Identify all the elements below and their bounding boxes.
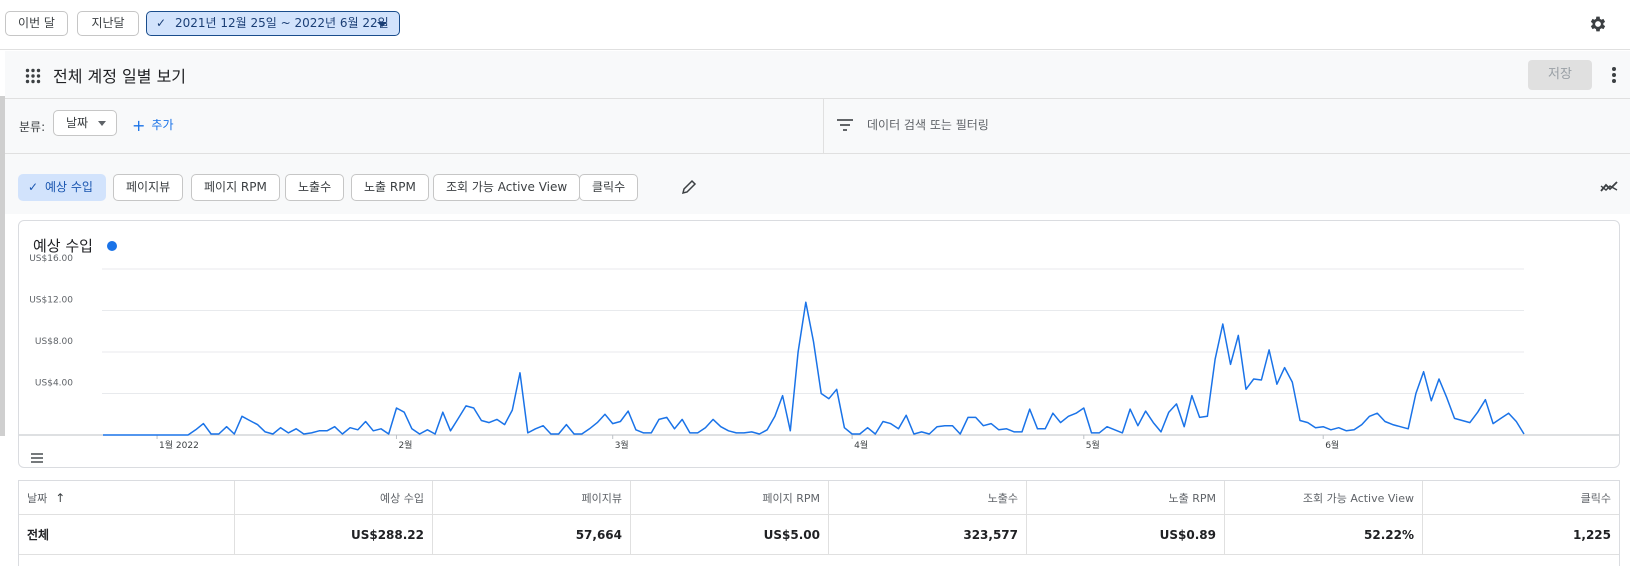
line-chart: US$4.00 US$8.00 US$12.00 US$16.00 1월 2022 2월 3… bbox=[19, 254, 1619, 451]
x-tick-label: 4월 bbox=[854, 439, 868, 451]
adsense-report-app: 이번 달 지난달 ✓ 2021년 12월 25일 ~ 2022년 6월 22일 … bbox=[0, 0, 1630, 566]
column-header-pageviews[interactable]: 페이지뷰 bbox=[432, 481, 630, 514]
page-title: 전체 계정 일별 보기 bbox=[53, 67, 187, 86]
add-breakdown-button[interactable]: + 추가 bbox=[132, 116, 174, 135]
y-tick-label: US$12.00 bbox=[29, 296, 73, 306]
last-month-chip[interactable]: 지난달 bbox=[77, 11, 139, 36]
x-tick-label: 5월 bbox=[1086, 439, 1100, 451]
trending-icon[interactable] bbox=[1600, 180, 1618, 194]
total-clicks: 1,225 bbox=[1422, 515, 1619, 554]
date-range-bar: 이번 달 지난달 ✓ 2021년 12월 25일 ~ 2022년 6월 22일 bbox=[0, 0, 1630, 50]
menu-icon[interactable] bbox=[31, 453, 43, 463]
caret-down-icon bbox=[98, 121, 106, 126]
table-row: 전체 US$288.22 57,664 US$5.00 323,577 US$0… bbox=[19, 515, 1619, 555]
total-estimated-earnings: US$288.22 bbox=[234, 515, 432, 554]
breakdown-dropdown[interactable]: 날짜 bbox=[53, 110, 117, 136]
gear-icon[interactable] bbox=[1588, 14, 1608, 34]
caret-down-icon bbox=[377, 22, 387, 27]
date-range-label: 2021년 12월 25일 ~ 2022년 6월 22일 bbox=[175, 16, 389, 30]
pencil-icon[interactable] bbox=[681, 179, 697, 195]
save-button[interactable]: 저장 bbox=[1528, 60, 1592, 90]
metric-chip-impressions[interactable]: 노출수 bbox=[285, 174, 345, 201]
metric-chip-pageviews[interactable]: 페이지뷰 bbox=[113, 174, 184, 201]
plus-icon: + bbox=[132, 116, 146, 135]
series-line-estimated-earnings[interactable] bbox=[103, 301, 1525, 436]
column-header-date[interactable]: 날짜 ↑ bbox=[19, 481, 234, 514]
column-header-page-rpm[interactable]: 페이지 RPM bbox=[630, 481, 828, 514]
sort-arrow-up-icon: ↑ bbox=[55, 490, 66, 505]
x-tick-label: 1월 2022 bbox=[159, 439, 199, 451]
x-tick-label: 6월 bbox=[1325, 439, 1339, 451]
x-tick-label: 3월 bbox=[615, 439, 629, 451]
total-impression-rpm: US$0.89 bbox=[1026, 515, 1224, 554]
column-header-impression-rpm[interactable]: 노출 RPM bbox=[1026, 481, 1224, 514]
y-tick-label: US$16.00 bbox=[29, 254, 73, 264]
total-row-label: 전체 bbox=[27, 528, 50, 542]
metric-chip-active-view[interactable]: 조회 가능 Active View bbox=[433, 174, 581, 201]
report-header: 전체 계정 일별 보기 저장 bbox=[5, 51, 1630, 99]
total-impressions: 323,577 bbox=[828, 515, 1026, 554]
metric-chip-page-rpm[interactable]: 페이지 RPM bbox=[191, 174, 280, 201]
metric-label: 예상 수입 bbox=[45, 180, 93, 194]
metric-chips-row: ✓ 예상 수입 페이지뷰 페이지 RPM 노출수 노출 RPM 조회 가능 Act… bbox=[5, 154, 1630, 214]
total-pageviews: 57,664 bbox=[432, 515, 630, 554]
table-header-row: 날짜 ↑ 예상 수입 페이지뷰 페이지 RPM 노출수 노출 RPM 조회 가능… bbox=[19, 481, 1619, 515]
this-month-chip[interactable]: 이번 달 bbox=[5, 11, 68, 36]
filter-icon bbox=[837, 119, 853, 131]
metric-chip-clicks[interactable]: 클릭수 bbox=[579, 174, 639, 201]
filter-row: 분류: 날짜 + 추가 데이터 검색 또는 필터링 bbox=[5, 99, 1630, 154]
date-range-dropdown[interactable]: ✓ 2021년 12월 25일 ~ 2022년 6월 22일 bbox=[146, 11, 400, 36]
chart-card: 예상 수입 US$4.00 US$8.00 US$12.00 US$16.00 1월 2… bbox=[18, 220, 1620, 468]
y-tick-label: US$4.00 bbox=[35, 379, 73, 389]
column-header-impressions[interactable]: 노출수 bbox=[828, 481, 1026, 514]
more-vert-icon[interactable] bbox=[1608, 64, 1620, 86]
metric-chip-estimated-earnings[interactable]: ✓ 예상 수입 bbox=[18, 174, 106, 201]
header-label: 날짜 bbox=[27, 491, 48, 505]
total-page-rpm: US$5.00 bbox=[630, 515, 828, 554]
check-icon: ✓ bbox=[156, 16, 167, 30]
apps-grid-icon[interactable] bbox=[25, 68, 41, 84]
divider bbox=[823, 99, 824, 154]
total-active-view: 52.22% bbox=[1224, 515, 1422, 554]
report-table: 날짜 ↑ 예상 수입 페이지뷰 페이지 RPM 노출수 노출 RPM 조회 가능… bbox=[18, 480, 1620, 566]
metric-chip-impression-rpm[interactable]: 노출 RPM bbox=[351, 174, 429, 201]
breakdown-label: 분류: bbox=[19, 120, 46, 134]
column-header-active-view[interactable]: 조회 가능 Active View bbox=[1224, 481, 1422, 514]
add-label: 추가 bbox=[151, 118, 174, 132]
check-icon: ✓ bbox=[28, 180, 39, 194]
column-header-estimated-earnings[interactable]: 예상 수입 bbox=[234, 481, 432, 514]
column-header-clicks[interactable]: 클릭수 bbox=[1422, 481, 1619, 514]
x-tick-label: 2월 bbox=[398, 439, 412, 451]
breakdown-value: 날짜 bbox=[66, 116, 89, 130]
search-input[interactable]: 데이터 검색 또는 필터링 bbox=[867, 116, 989, 133]
y-tick-label: US$8.00 bbox=[35, 337, 73, 347]
